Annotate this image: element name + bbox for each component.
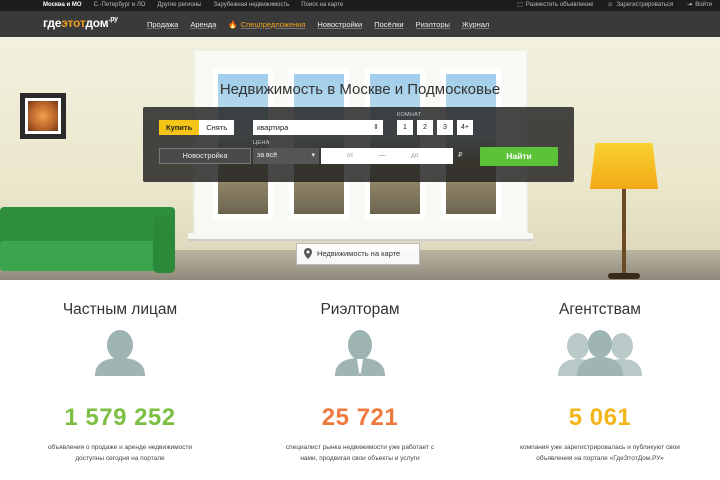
column-title: Частным лицам xyxy=(62,301,178,318)
search-panel: Купить Снять квартира ⇕ КОМНАТ 1 2 3 4+ … xyxy=(143,107,574,182)
region-spb-link[interactable]: С.-Петербург и ЛО xyxy=(94,0,146,11)
property-type-select[interactable]: квартира ⇕ xyxy=(253,120,383,135)
hero-title: Недвижимость в Москве и Подмосковье xyxy=(219,81,501,98)
login-link[interactable]: ⇥ Войти xyxy=(687,0,712,11)
nav-item-new-buildings[interactable]: Новостройки xyxy=(317,20,362,29)
region-other-link[interactable]: Другие регионы xyxy=(157,0,201,11)
realtor-icon xyxy=(335,330,385,376)
window-sill xyxy=(188,233,533,241)
price-label: ЦЕНА xyxy=(253,140,270,146)
register-label: Зарегистрироваться xyxy=(616,2,674,8)
nav-item-special[interactable]: 🔥 Спецпредложения xyxy=(228,20,305,29)
rooms-option-3[interactable]: 3 xyxy=(437,120,453,135)
deal-type-toggle: Купить Снять xyxy=(159,120,235,135)
rooms-option-4plus[interactable]: 4+ xyxy=(457,120,473,135)
nav-item-sale[interactable]: Продажа xyxy=(147,20,178,29)
register-link[interactable]: ☺ Зарегистрироваться xyxy=(607,0,673,11)
chevron-down-icon: ▾ xyxy=(311,152,315,159)
column-number: 5 061 xyxy=(568,404,632,431)
rooms-selector: 1 2 3 4+ xyxy=(397,120,473,135)
logo-part-2: этот xyxy=(61,16,86,30)
logo-part-3: дом xyxy=(85,16,109,30)
site-logo[interactable]: гдеэтотдом.ру xyxy=(43,16,118,30)
region-links: Москва и МО С.-Петербург и ЛО Другие рег… xyxy=(43,0,343,11)
user-icon: ☺ xyxy=(607,2,614,8)
nav-item-villages[interactable]: Посёлки xyxy=(374,20,403,29)
login-icon: ⇥ xyxy=(687,2,693,8)
column-agencies: Агентствам 5 061 компания уже зарегистри… xyxy=(480,280,720,480)
floor-lamp xyxy=(588,143,660,280)
nav-item-realtors[interactable]: Риэлторы xyxy=(416,20,450,29)
currency-label: ₽ xyxy=(458,152,463,159)
fire-icon: 🔥 xyxy=(228,19,238,29)
account-links: ⬚ Разместить объявление ☺ Зарегистрировать… xyxy=(517,0,712,11)
price-from-placeholder: от xyxy=(347,152,354,159)
nav-item-rent[interactable]: Аренда xyxy=(190,20,216,29)
column-title: Агентствам xyxy=(559,301,641,318)
post-ad-label: Разместить объявление xyxy=(525,2,594,8)
person-icon xyxy=(95,330,145,376)
hero-banner: Недвижимость в Москве и Подмосковье Купи… xyxy=(0,37,720,280)
map-button[interactable]: Недвижимость на карте xyxy=(296,243,420,265)
nav-menu: Продажа Аренда 🔥 Спецпредложения Новостро… xyxy=(147,11,489,37)
column-title: Риэлторам xyxy=(320,301,400,318)
column-description: компания уже зарегистрировалась и публик… xyxy=(520,444,680,462)
region-moscow-link[interactable]: Москва и МО xyxy=(43,0,82,11)
wall-picture xyxy=(20,93,66,139)
green-sofa xyxy=(0,207,175,280)
nav-item-special-label: Спецпредложения xyxy=(240,19,306,29)
new-building-button[interactable]: Новостройка xyxy=(159,148,251,164)
post-ad-icon: ⬚ xyxy=(517,2,523,8)
price-range-input[interactable]: от — до xyxy=(321,148,453,164)
price-to-placeholder: до xyxy=(411,152,419,159)
price-mode-select[interactable]: за всё ▾ xyxy=(253,148,319,164)
top-utility-bar: Москва и МО С.-Петербург и ЛО Другие рег… xyxy=(0,0,720,11)
logo-part-1: где xyxy=(43,16,62,30)
map-button-label: Недвижимость на карте xyxy=(317,249,401,258)
price-mode-value: за всё xyxy=(257,152,278,159)
map-search-link[interactable]: Поиск на карте xyxy=(301,0,343,11)
column-number: 1 579 252 xyxy=(64,404,176,431)
login-label: Войти xyxy=(695,2,712,8)
price-dash: — xyxy=(379,152,386,159)
logo-part-4: .ру xyxy=(108,16,118,23)
rooms-option-2[interactable]: 2 xyxy=(417,120,433,135)
rooms-label: КОМНАТ xyxy=(397,112,422,118)
main-nav: гдеэтотдом.ру Продажа Аренда 🔥 Спецпредло… xyxy=(0,11,720,37)
column-description: специалист рынка недвижимости уже работа… xyxy=(285,444,435,462)
column-description: объявления о продаже и аренде недвижимос… xyxy=(47,444,193,462)
post-ad-link[interactable]: ⬚ Разместить объявление xyxy=(517,0,593,11)
rooms-option-1[interactable]: 1 xyxy=(397,120,413,135)
column-number: 25 721 xyxy=(321,404,399,431)
group-icon xyxy=(558,330,642,376)
nav-item-journal[interactable]: Журнал xyxy=(462,20,489,29)
property-type-value: квартира xyxy=(257,123,289,132)
buy-tab[interactable]: Купить xyxy=(159,120,200,135)
map-pin-icon xyxy=(304,248,312,259)
find-button[interactable]: Найти xyxy=(480,147,558,166)
column-private: Частным лицам 1 579 252 объявления о про… xyxy=(0,280,240,480)
rent-tab[interactable]: Снять xyxy=(199,120,235,135)
region-abroad-link[interactable]: Зарубежная недвижимость xyxy=(213,0,289,11)
updown-arrow-icon: ⇕ xyxy=(373,124,379,131)
column-realtors: Риэлторам 25 721 специалист рынка недвиж… xyxy=(240,280,480,480)
